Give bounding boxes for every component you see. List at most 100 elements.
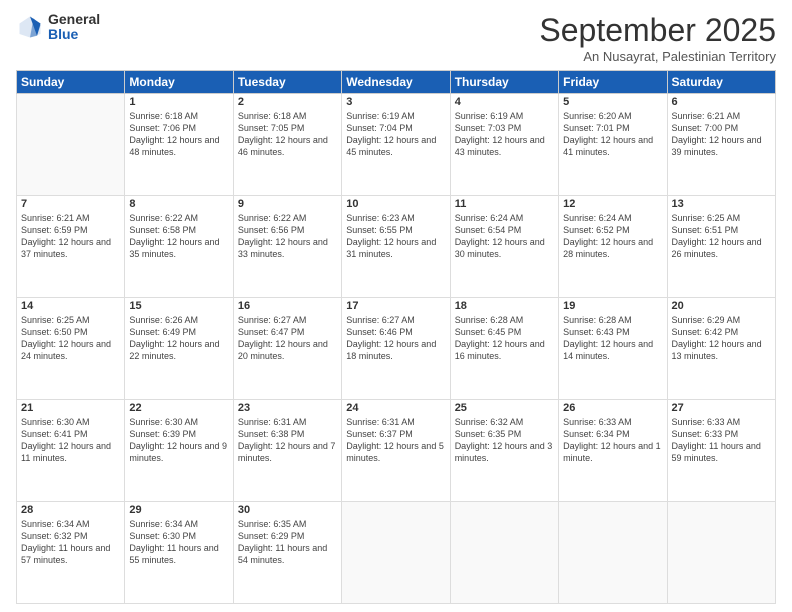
day-number: 23 [238,402,337,414]
logo-text: General Blue [48,12,100,43]
calendar-cell: 11 Sunrise: 6:24 AM Sunset: 6:54 PM Dayli… [450,196,558,298]
logo-blue-text: Blue [48,27,100,42]
calendar-cell [450,502,558,604]
day-number: 5 [563,96,662,108]
day-info: Sunrise: 6:33 AM Sunset: 6:34 PM Dayligh… [563,416,662,465]
day-info: Sunrise: 6:28 AM Sunset: 6:43 PM Dayligh… [563,314,662,363]
title-block: September 2025 An Nusayrat, Palestinian … [539,12,776,64]
day-info: Sunrise: 6:29 AM Sunset: 6:42 PM Dayligh… [672,314,771,363]
calendar-cell: 15Sunrise: 6:26 AM Sunset: 6:49 PM Dayli… [125,298,233,400]
weekday-header-thursday: Thursday [450,71,558,94]
day-info: Sunrise: 6:18 AM Sunset: 7:06 PM Dayligh… [129,110,228,159]
day-number: 28 [21,504,120,516]
weekday-header-row: SundayMondayTuesdayWednesdayThursdayFrid… [17,71,776,94]
day-info: Sunrise: 6:23 AM Sunset: 6:55 PM Dayligh… [346,212,445,261]
day-info: Sunrise: 6:31 AM Sunset: 6:37 PM Dayligh… [346,416,445,465]
calendar-cell [559,502,667,604]
calendar-week-2: 7 Sunrise: 6:21 AM Sunset: 6:59 PM Daylig… [17,196,776,298]
logo: General Blue [16,12,100,43]
calendar-cell: 19 Sunrise: 6:28 AM Sunset: 6:43 PM Dayli… [559,298,667,400]
page: General Blue September 2025 An Nusayrat,… [0,0,792,612]
calendar-cell: 29Sunrise: 6:34 AM Sunset: 6:30 PM Dayli… [125,502,233,604]
weekday-header-wednesday: Wednesday [342,71,450,94]
calendar-cell: 7 Sunrise: 6:21 AM Sunset: 6:59 PM Daylig… [17,196,125,298]
day-number: 18 [455,300,554,312]
day-info: Sunrise: 6:22 AM Sunset: 6:58 PM Dayligh… [129,212,228,261]
weekday-header-saturday: Saturday [667,71,775,94]
day-info: Sunrise: 6:30 AM Sunset: 6:39 PM Dayligh… [129,416,228,465]
calendar-cell: 16Sunrise: 6:27 AM Sunset: 6:47 PM Dayli… [233,298,341,400]
calendar-cell: 2 Sunrise: 6:18 AM Sunset: 7:05 PM Daylig… [233,94,341,196]
day-info: Sunrise: 6:35 AM Sunset: 6:29 PM Dayligh… [238,518,337,567]
day-number: 25 [455,402,554,414]
calendar-cell: 18Sunrise: 6:28 AM Sunset: 6:45 PM Dayli… [450,298,558,400]
day-number: 3 [346,96,445,108]
day-number: 1 [129,96,228,108]
weekday-header-friday: Friday [559,71,667,94]
logo-general-text: General [48,12,100,27]
day-info: Sunrise: 6:26 AM Sunset: 6:49 PM Dayligh… [129,314,228,363]
calendar-week-1: 1 Sunrise: 6:18 AM Sunset: 7:06 PM Daylig… [17,94,776,196]
day-number: 29 [129,504,228,516]
weekday-header-sunday: Sunday [17,71,125,94]
location-subtitle: An Nusayrat, Palestinian Territory [539,49,776,64]
day-number: 24 [346,402,445,414]
calendar-cell: 12 Sunrise: 6:24 AM Sunset: 6:52 PM Dayli… [559,196,667,298]
day-number: 26 [563,402,662,414]
calendar-cell: 3 Sunrise: 6:19 AM Sunset: 7:04 PM Daylig… [342,94,450,196]
day-info: Sunrise: 6:21 AM Sunset: 7:00 PM Dayligh… [672,110,771,159]
weekday-header-monday: Monday [125,71,233,94]
calendar-cell: 13Sunrise: 6:25 AM Sunset: 6:51 PM Dayli… [667,196,775,298]
day-number: 9 [238,198,337,210]
calendar-cell: 22Sunrise: 6:30 AM Sunset: 6:39 PM Dayli… [125,400,233,502]
calendar-week-3: 14Sunrise: 6:25 AM Sunset: 6:50 PM Dayli… [17,298,776,400]
month-title: September 2025 [539,12,776,49]
day-info: Sunrise: 6:34 AM Sunset: 6:32 PM Dayligh… [21,518,120,567]
day-info: Sunrise: 6:22 AM Sunset: 6:56 PM Dayligh… [238,212,337,261]
day-info: Sunrise: 6:31 AM Sunset: 6:38 PM Dayligh… [238,416,337,465]
day-info: Sunrise: 6:30 AM Sunset: 6:41 PM Dayligh… [21,416,120,465]
day-info: Sunrise: 6:24 AM Sunset: 6:54 PM Dayligh… [455,212,554,261]
calendar-cell: 8Sunrise: 6:22 AM Sunset: 6:58 PM Daylig… [125,196,233,298]
day-info: Sunrise: 6:32 AM Sunset: 6:35 PM Dayligh… [455,416,554,465]
calendar-cell: 10Sunrise: 6:23 AM Sunset: 6:55 PM Dayli… [342,196,450,298]
calendar-cell: 21Sunrise: 6:30 AM Sunset: 6:41 PM Dayli… [17,400,125,502]
day-info: Sunrise: 6:25 AM Sunset: 6:50 PM Dayligh… [21,314,120,363]
day-info: Sunrise: 6:21 AM Sunset: 6:59 PM Dayligh… [21,212,120,261]
logo-icon [16,13,44,41]
day-info: Sunrise: 6:19 AM Sunset: 7:04 PM Dayligh… [346,110,445,159]
calendar-cell: 5Sunrise: 6:20 AM Sunset: 7:01 PM Daylig… [559,94,667,196]
calendar-table: SundayMondayTuesdayWednesdayThursdayFrid… [16,70,776,604]
day-number: 13 [672,198,771,210]
day-number: 4 [455,96,554,108]
day-number: 27 [672,402,771,414]
calendar-week-5: 28 Sunrise: 6:34 AM Sunset: 6:32 PM Dayli… [17,502,776,604]
day-number: 30 [238,504,337,516]
calendar-cell: 4Sunrise: 6:19 AM Sunset: 7:03 PM Daylig… [450,94,558,196]
calendar-cell [667,502,775,604]
day-info: Sunrise: 6:24 AM Sunset: 6:52 PM Dayligh… [563,212,662,261]
calendar-cell [342,502,450,604]
day-number: 17 [346,300,445,312]
day-number: 7 [21,198,120,210]
day-number: 19 [563,300,662,312]
calendar-cell: 25 Sunrise: 6:32 AM Sunset: 6:35 PM Dayli… [450,400,558,502]
day-info: Sunrise: 6:33 AM Sunset: 6:33 PM Dayligh… [672,416,771,465]
day-number: 6 [672,96,771,108]
calendar-cell: 17Sunrise: 6:27 AM Sunset: 6:46 PM Dayli… [342,298,450,400]
calendar-cell: 30 Sunrise: 6:35 AM Sunset: 6:29 PM Dayli… [233,502,341,604]
calendar-cell [17,94,125,196]
calendar-cell: 20 Sunrise: 6:29 AM Sunset: 6:42 PM Dayli… [667,298,775,400]
header: General Blue September 2025 An Nusayrat,… [16,12,776,64]
day-info: Sunrise: 6:18 AM Sunset: 7:05 PM Dayligh… [238,110,337,159]
day-number: 20 [672,300,771,312]
day-info: Sunrise: 6:27 AM Sunset: 6:47 PM Dayligh… [238,314,337,363]
day-number: 11 [455,198,554,210]
calendar-cell: 26 Sunrise: 6:33 AM Sunset: 6:34 PM Dayli… [559,400,667,502]
calendar-cell: 6 Sunrise: 6:21 AM Sunset: 7:00 PM Daylig… [667,94,775,196]
weekday-header-tuesday: Tuesday [233,71,341,94]
calendar-cell: 24 Sunrise: 6:31 AM Sunset: 6:37 PM Dayli… [342,400,450,502]
day-number: 12 [563,198,662,210]
day-number: 2 [238,96,337,108]
calendar-cell: 23 Sunrise: 6:31 AM Sunset: 6:38 PM Dayli… [233,400,341,502]
